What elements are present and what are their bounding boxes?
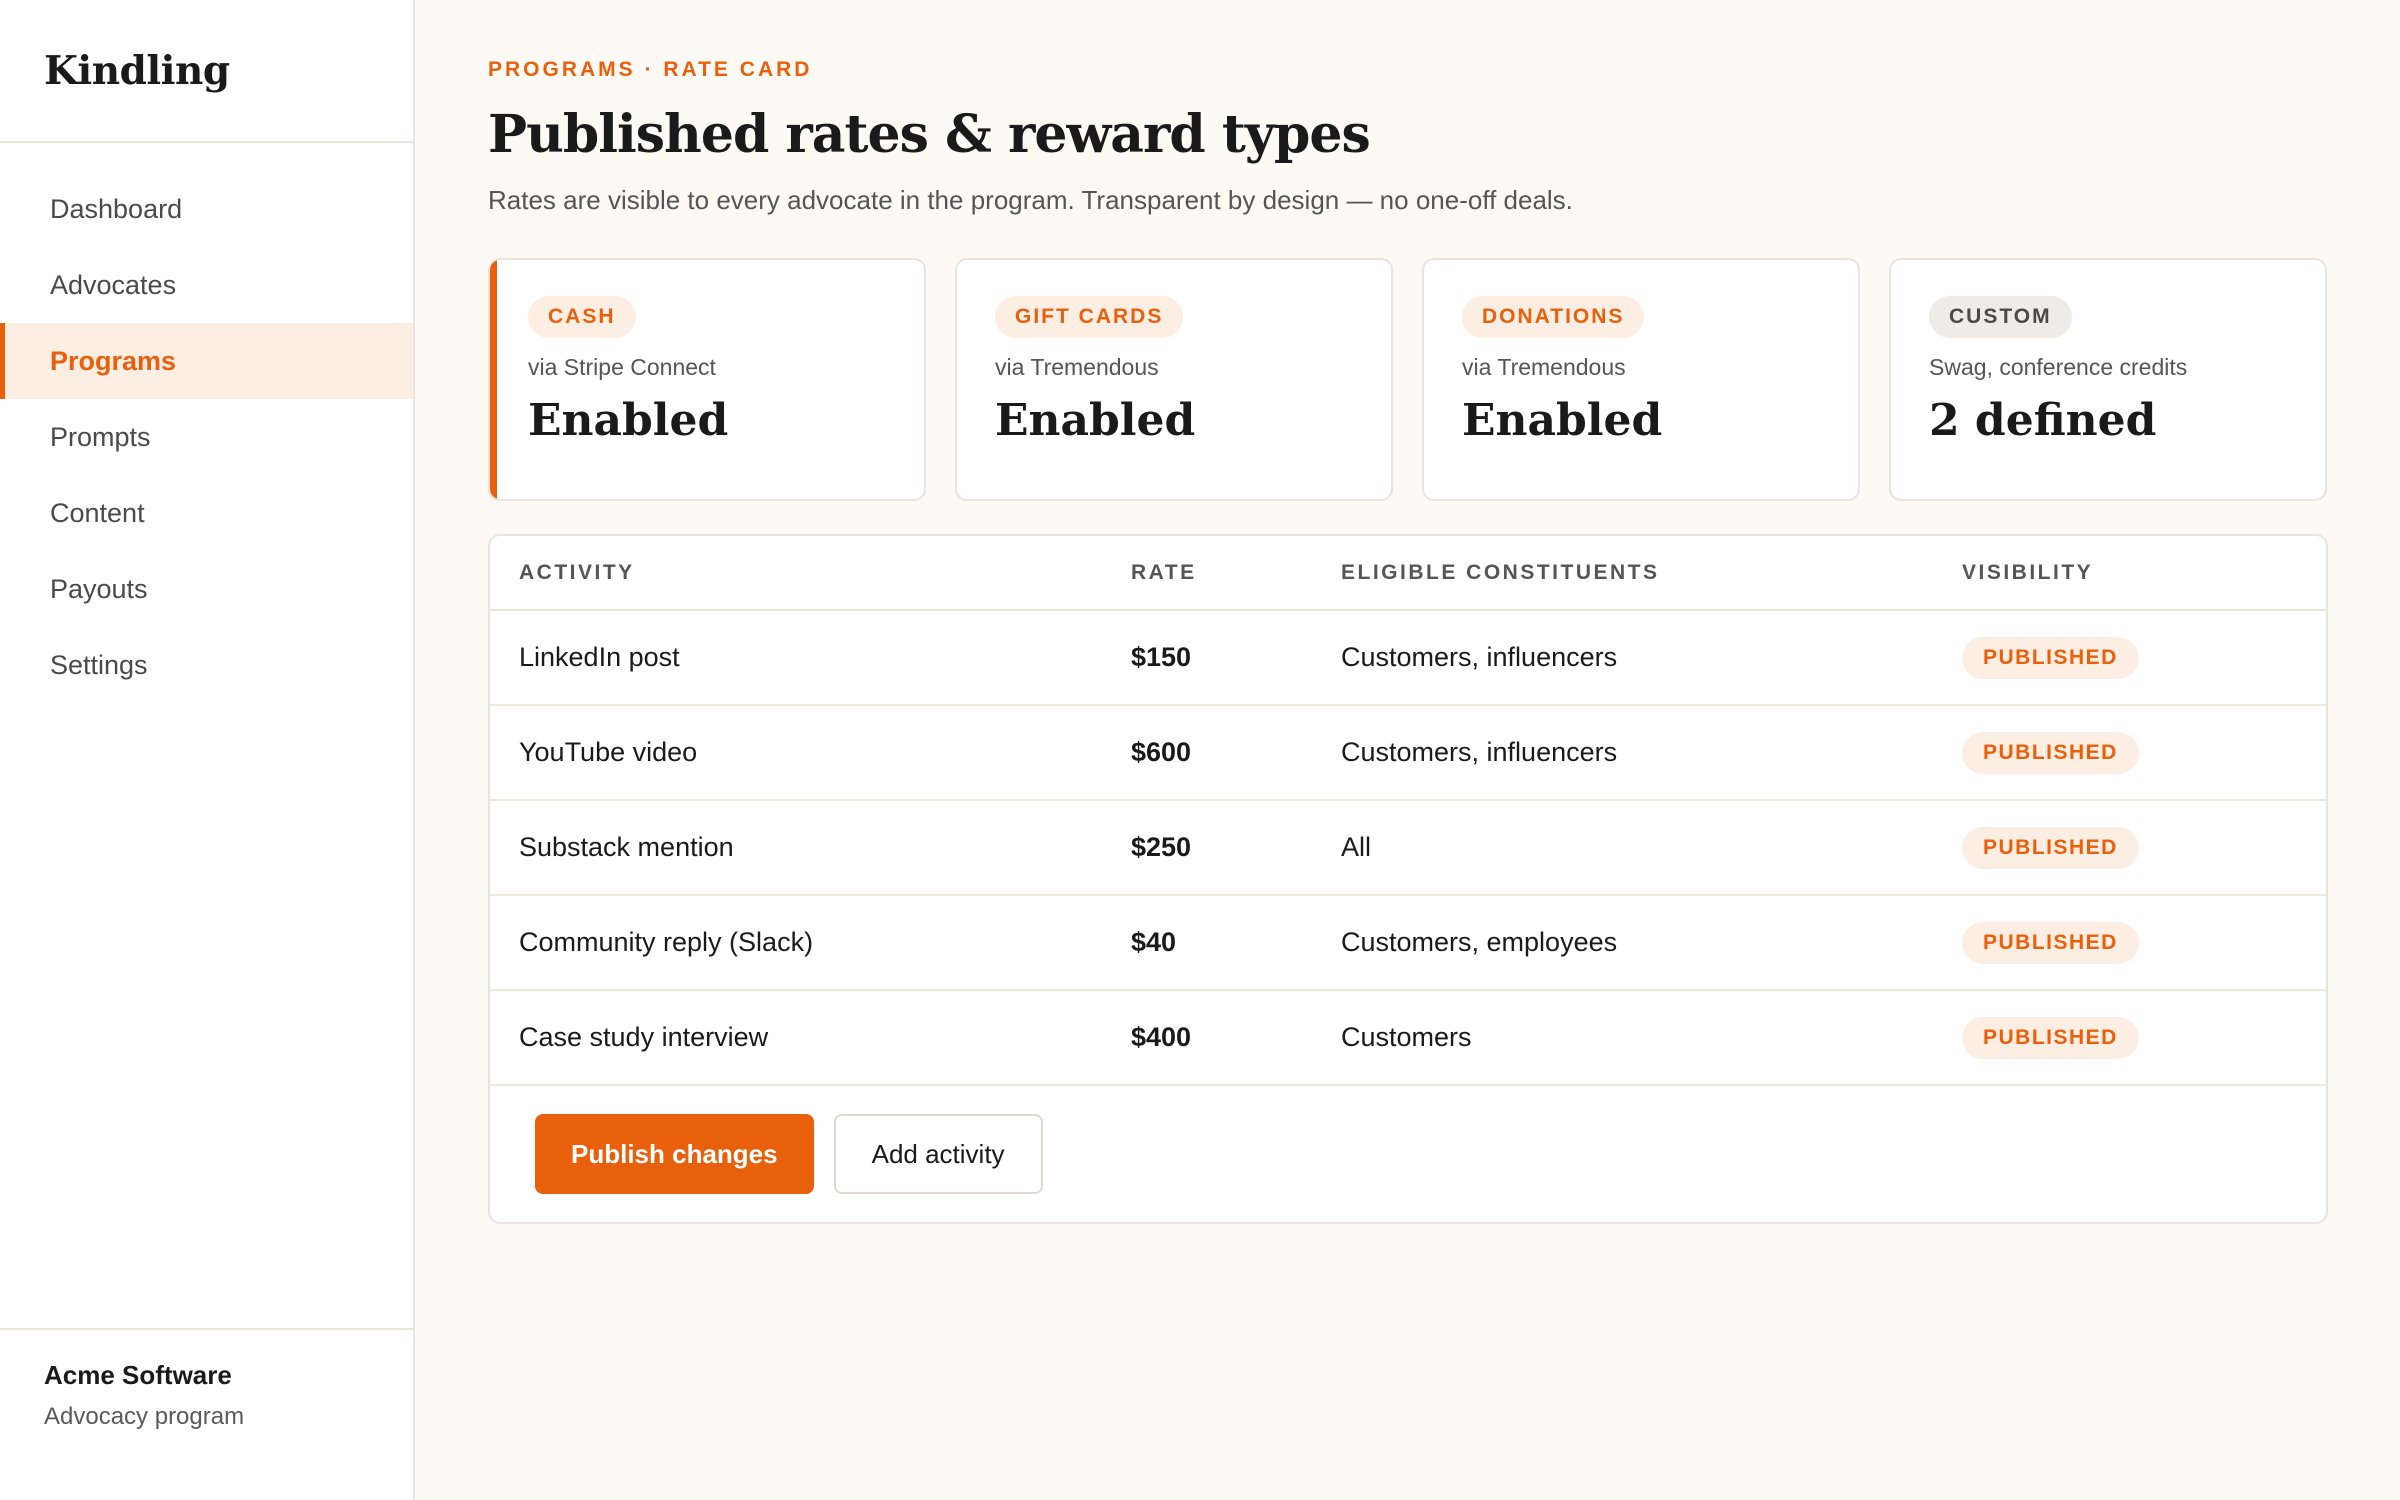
reward-provider: Swag, conference credits (1929, 354, 2188, 380)
activity-cell: Case study interview (490, 990, 1131, 1086)
reward-tag: CUSTOM (1929, 296, 2072, 338)
publish-changes-button[interactable]: Publish changes (535, 1114, 814, 1194)
activity-cell: Community reply (Slack) (490, 895, 1131, 991)
activity-cell: YouTube video (490, 705, 1131, 801)
add-activity-button[interactable]: Add activity (833, 1114, 1043, 1194)
eligible-cell: Customers, employees (1341, 895, 1962, 991)
sidebar-item-advocates[interactable]: Advocates (0, 247, 413, 323)
rate-card-table: ACTIVITY RATE ELIGIBLE CONSTITUENTS VISI… (488, 534, 2328, 1224)
page-title: Published rates & reward types (488, 104, 1371, 165)
brand: Kindling (0, 0, 413, 143)
org-name: Acme Software (44, 1360, 232, 1390)
table-row[interactable]: LinkedIn post $150 Customers, influencer… (490, 610, 2326, 706)
visibility-cell: PUBLISHED (1962, 895, 2326, 991)
breadcrumb: PROGRAMS · RATE CARD (488, 58, 813, 81)
table-actions: Publish changes Add activity (490, 1086, 2326, 1222)
reward-status: 2 defined (1929, 395, 2157, 446)
reward-card-cash[interactable]: CASH via Stripe Connect Enabled (488, 258, 926, 501)
reward-status: Enabled (1462, 395, 1663, 446)
app-root: Kindling Dashboard Advocates Programs Pr… (0, 0, 2400, 1500)
column-header-visibility[interactable]: VISIBILITY (1962, 536, 2326, 611)
table-row[interactable]: Case study interview $400 Customers PUBL… (490, 990, 2326, 1086)
visibility-cell: PUBLISHED (1962, 705, 2326, 801)
visibility-cell: PUBLISHED (1962, 800, 2326, 896)
reward-card-gift-cards[interactable]: GIFT CARDS via Tremendous Enabled (955, 258, 1393, 501)
org-switcher[interactable]: Acme Software Advocacy program (0, 1328, 413, 1500)
table-row[interactable]: Substack mention $250 All PUBLISHED (490, 800, 2326, 896)
reward-card-custom[interactable]: CUSTOM Swag, conference credits 2 define… (1889, 258, 2327, 501)
org-subtitle: Advocacy program (44, 1403, 245, 1430)
sidebar-nav: Dashboard Advocates Programs Prompts Con… (0, 143, 413, 703)
eligible-cell: All (1341, 800, 1962, 896)
column-header-eligible[interactable]: ELIGIBLE CONSTITUENTS (1341, 536, 1962, 611)
reward-card-donations[interactable]: DONATIONS via Tremendous Enabled (1422, 258, 1860, 501)
status-badge: PUBLISHED (1962, 826, 2139, 869)
eligible-cell: Customers (1341, 990, 1962, 1086)
brand-logo-text[interactable]: Kindling (44, 48, 230, 94)
eligible-cell: Customers, influencers (1341, 705, 1962, 801)
sidebar-item-prompts[interactable]: Prompts (0, 399, 413, 475)
rate-cell: $600 (1131, 705, 1341, 801)
main-content: PROGRAMS · RATE CARD Published rates & r… (415, 0, 2400, 1500)
sidebar-item-content[interactable]: Content (0, 475, 413, 551)
reward-status: Enabled (528, 395, 729, 446)
column-header-activity[interactable]: ACTIVITY (490, 536, 1131, 611)
table-header-row: ACTIVITY RATE ELIGIBLE CONSTITUENTS VISI… (490, 536, 2326, 611)
reward-provider: via Tremendous (1462, 354, 1626, 380)
column-header-rate[interactable]: RATE (1131, 536, 1341, 611)
activity-cell: Substack mention (490, 800, 1131, 896)
rate-cell: $150 (1131, 610, 1341, 706)
reward-tag: DONATIONS (1462, 296, 1645, 338)
sidebar: Kindling Dashboard Advocates Programs Pr… (0, 0, 415, 1500)
sidebar-item-dashboard[interactable]: Dashboard (0, 171, 413, 247)
activity-cell: LinkedIn post (490, 610, 1131, 706)
reward-type-cards: CASH via Stripe Connect Enabled GIFT CAR… (488, 258, 2328, 501)
rates-table: ACTIVITY RATE ELIGIBLE CONSTITUENTS VISI… (490, 536, 2326, 1086)
visibility-cell: PUBLISHED (1962, 610, 2326, 706)
reward-tag: GIFT CARDS (995, 296, 1184, 338)
reward-status: Enabled (995, 395, 1196, 446)
rate-cell: $40 (1131, 895, 1341, 991)
sidebar-item-settings[interactable]: Settings (0, 627, 413, 703)
table-row[interactable]: Community reply (Slack) $40 Customers, e… (490, 895, 2326, 991)
status-badge: PUBLISHED (1962, 636, 2139, 679)
page-subtitle: Rates are visible to every advocate in t… (488, 185, 1573, 215)
sidebar-item-programs[interactable]: Programs (0, 323, 413, 399)
reward-provider: via Tremendous (995, 354, 1159, 380)
sidebar-item-payouts[interactable]: Payouts (0, 551, 413, 627)
visibility-cell: PUBLISHED (1962, 990, 2326, 1086)
rate-cell: $400 (1131, 990, 1341, 1086)
status-badge: PUBLISHED (1962, 731, 2139, 774)
eligible-cell: Customers, influencers (1341, 610, 1962, 706)
reward-tag: CASH (528, 296, 636, 338)
status-badge: PUBLISHED (1962, 921, 2139, 964)
table-row[interactable]: YouTube video $600 Customers, influencer… (490, 705, 2326, 801)
rate-cell: $250 (1131, 800, 1341, 896)
status-badge: PUBLISHED (1962, 1016, 2139, 1059)
reward-provider: via Stripe Connect (528, 354, 716, 380)
